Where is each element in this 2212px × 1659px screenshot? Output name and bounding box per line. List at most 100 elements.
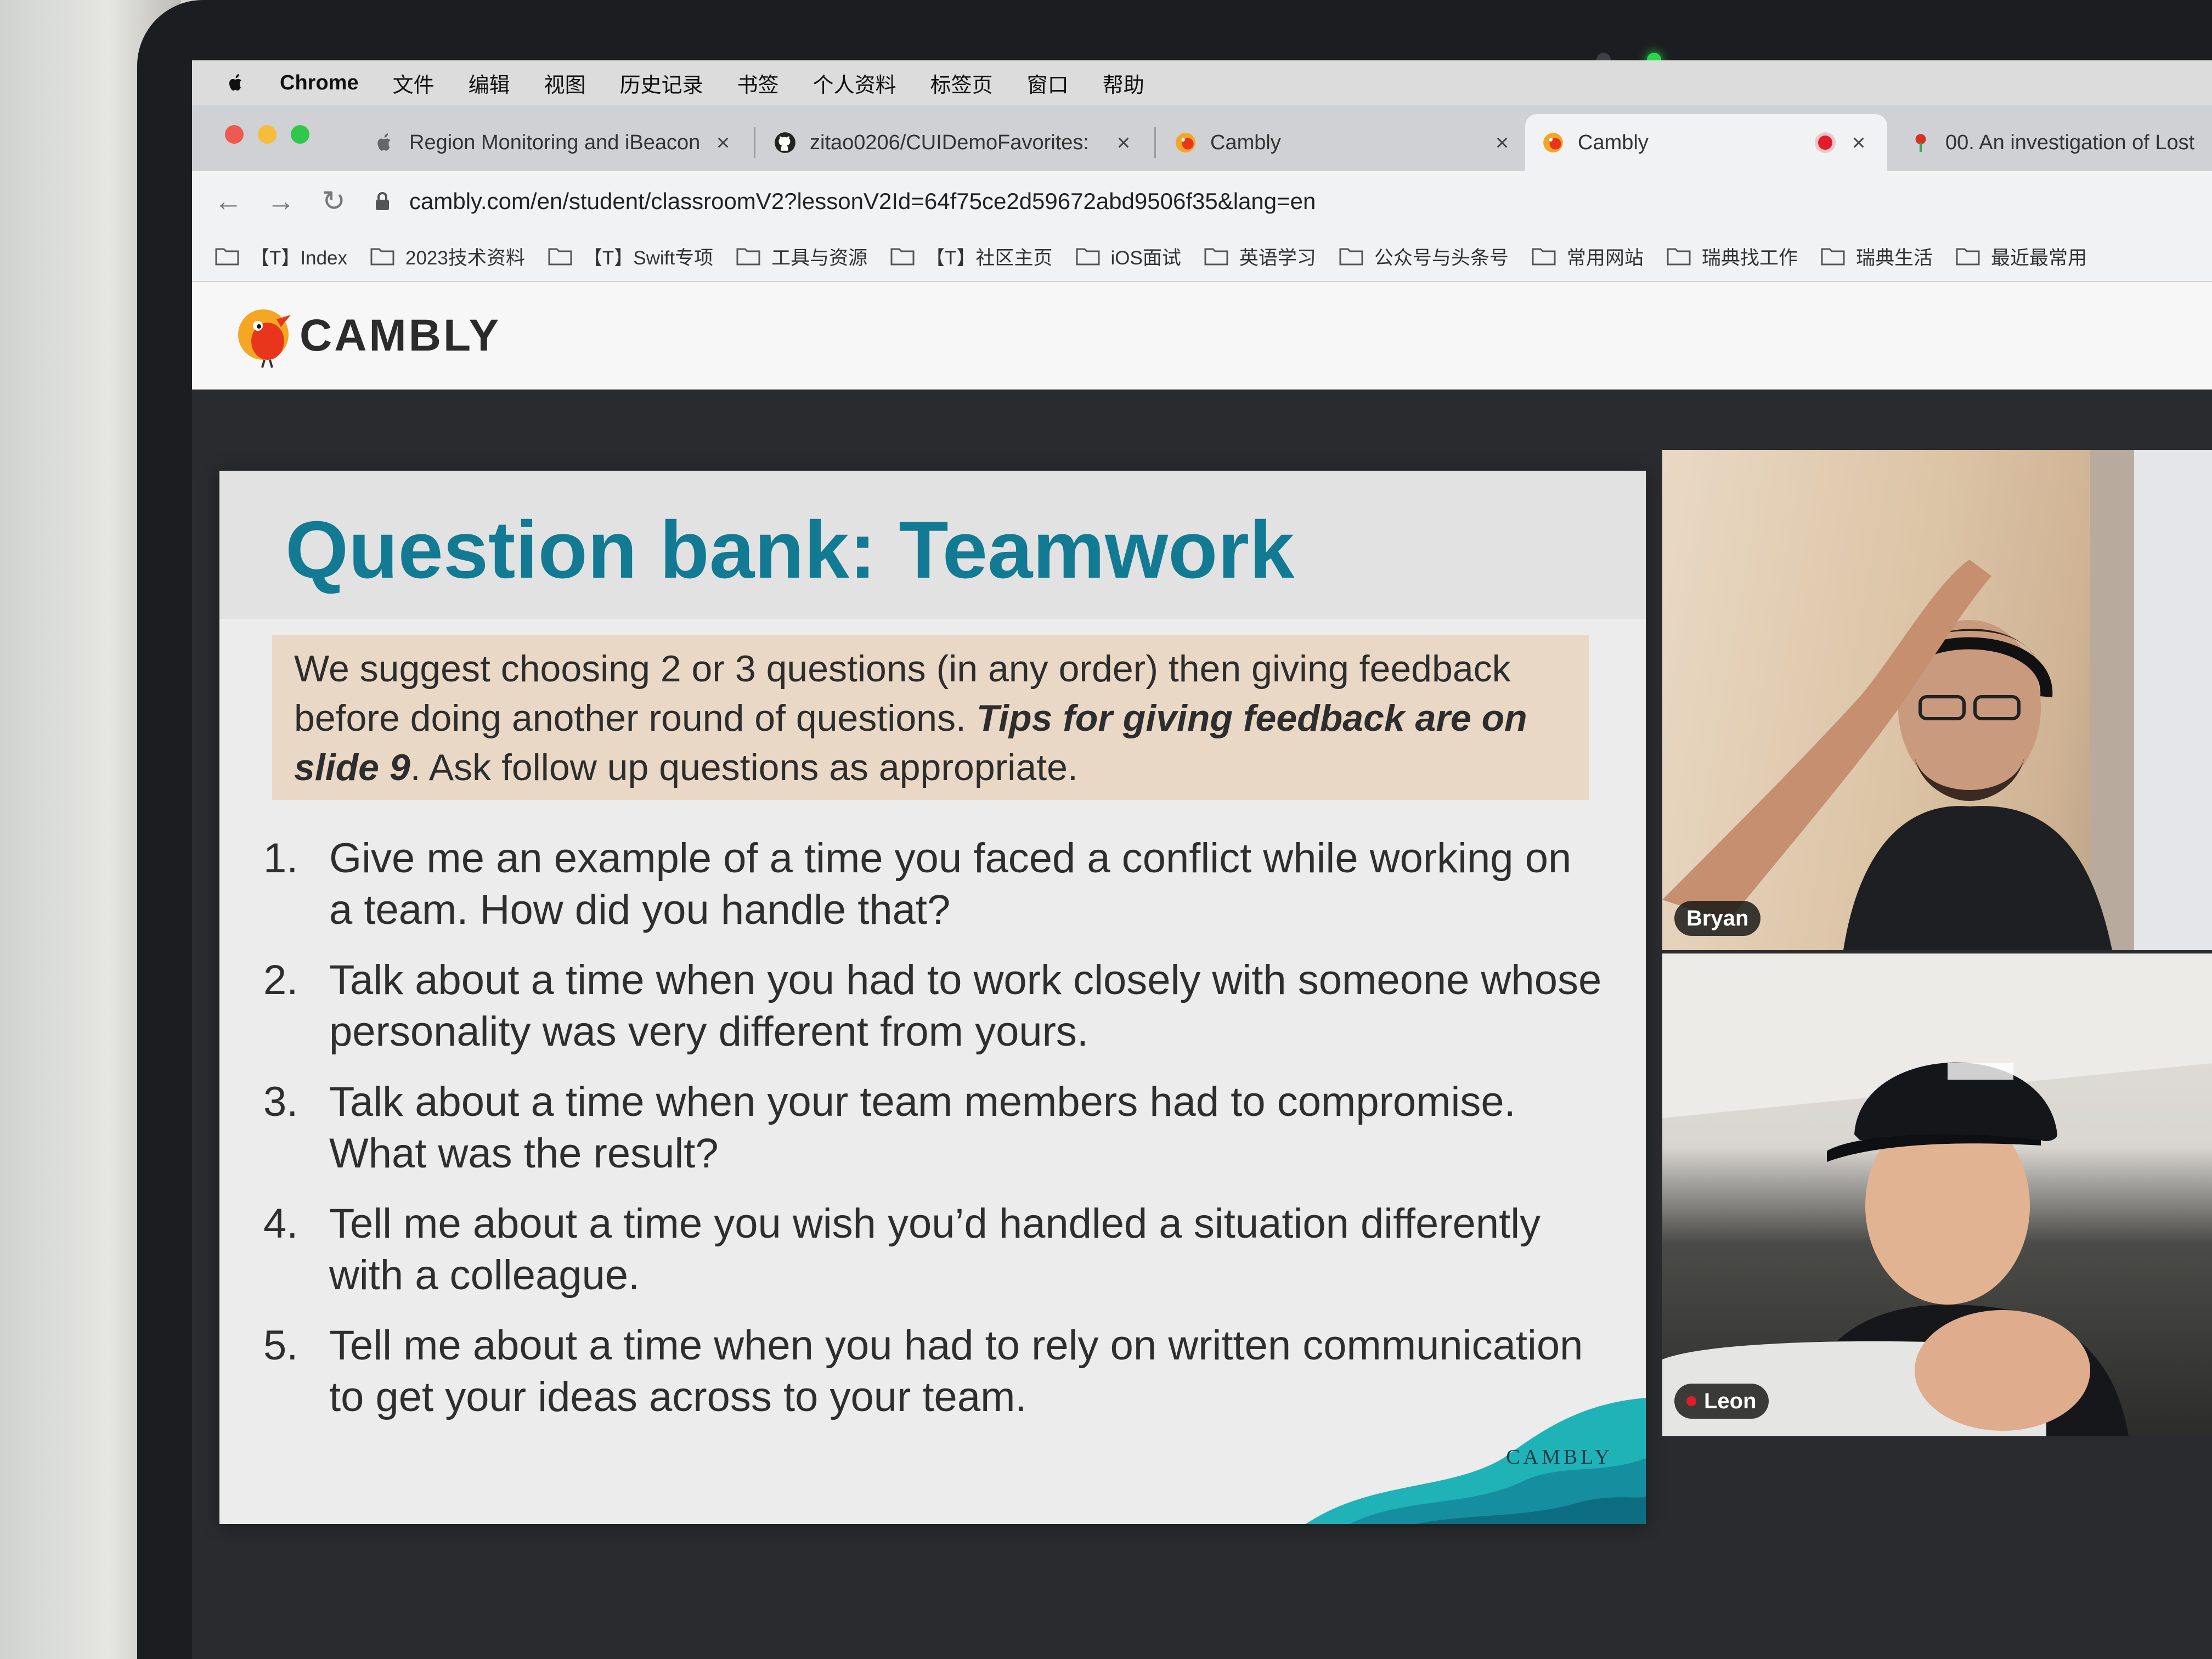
question-item: 3. Talk about a time when your team membe…	[263, 1076, 1602, 1180]
tutor-video[interactable]: Bryan	[1662, 450, 2212, 950]
pin-icon	[1915, 134, 1926, 152]
cambly-header: CAMBLY	[192, 282, 2212, 390]
question-number: 1.	[263, 835, 298, 882]
question-list: 1. Give me an example of a time you faced…	[263, 833, 1602, 1442]
student-video[interactable]: Leon	[1662, 953, 2212, 1436]
menu-history[interactable]: 历史记录	[620, 68, 703, 98]
bookmark-label: 瑞典生活	[1855, 247, 1933, 269]
bookmark-swift[interactable]: 【T】Swift专项	[548, 242, 713, 270]
address-bar[interactable]: cambly.com/en/student/classroomV2?lesson…	[374, 179, 1316, 223]
bookmarks-bar: 【T】Index 2023技术资料 【T】Swift专项 工具与资源 【T】社区…	[192, 232, 2212, 282]
tab-investigation[interactable]: 00. An investigation of Lost loc	[1893, 114, 2212, 171]
cambly-logo-icon[interactable]	[234, 303, 295, 369]
tab-title: Cambly	[1210, 131, 1281, 154]
tab-separator	[754, 127, 755, 158]
bookmark-ios[interactable]: iOS面试	[1076, 242, 1181, 270]
student-name-tag: Leon	[1674, 1384, 1769, 1419]
bookmark-sweden-life[interactable]: 瑞典生活	[1821, 242, 1933, 270]
bookmark-label: 最近最常用	[1990, 247, 2087, 269]
question-number: 2.	[263, 957, 298, 1003]
classroom-footer-area	[192, 1542, 2212, 1659]
folder-icon	[1532, 248, 1556, 266]
folder-icon	[1204, 248, 1228, 266]
bookmark-label: 常用网站	[1566, 247, 1644, 269]
menu-view[interactable]: 视图	[544, 68, 586, 98]
tab-cambly-1[interactable]: Cambly ×	[1158, 114, 1531, 171]
bookmark-label: iOS面试	[1110, 247, 1181, 269]
slide-title: Question bank: Teamwork	[285, 505, 1295, 595]
tab-strip: Region Monitoring and iBeacon × zitao020…	[192, 105, 2212, 171]
folder-icon	[736, 248, 760, 266]
tutor-video-feed	[1662, 450, 2212, 950]
maximize-window-button[interactable]	[291, 125, 309, 144]
bookmark-index[interactable]: 【T】Index	[215, 242, 347, 270]
bookmark-english[interactable]: 英语学习	[1204, 242, 1316, 270]
close-tab-icon[interactable]: ×	[711, 129, 735, 156]
close-tab-icon[interactable]: ×	[1847, 129, 1871, 156]
question-number: 5.	[263, 1322, 298, 1369]
macos-menu-bar: Chrome 文件 编辑 视图 历史记录 书签 个人资料 标签页 窗口 帮助	[192, 60, 2212, 105]
bookmark-label: 2023技术资料	[405, 247, 525, 269]
folder-icon	[370, 248, 394, 266]
bookmark-2023[interactable]: 2023技术资料	[370, 242, 525, 270]
menu-edit[interactable]: 编辑	[469, 68, 510, 98]
question-text: Talk about a time when your team members…	[329, 1079, 1516, 1177]
close-tab-icon[interactable]: ×	[1490, 129, 1514, 156]
bookmark-wechat[interactable]: 公众号与头条号	[1339, 242, 1509, 270]
close-window-button[interactable]	[225, 125, 244, 144]
tab-title: zitao0206/CUIDemoFavorites:	[810, 131, 1089, 154]
bookmark-sites[interactable]: 常用网站	[1532, 242, 1644, 270]
bookmark-label: 【T】社区主页	[926, 247, 1053, 269]
tab-region-monitoring[interactable]: Region Monitoring and iBeacon ×	[357, 114, 752, 171]
question-item: 4. Tell me about a time you wish you’d ha…	[263, 1198, 1602, 1301]
question-text: Talk about a time when you had to work c…	[329, 957, 1602, 1055]
tutor-name: Bryan	[1686, 906, 1749, 930]
slide-brand-mark: CAMBLY	[1506, 1446, 1613, 1469]
cambly-icon	[1176, 133, 1195, 153]
lock-icon[interactable]	[374, 191, 391, 211]
menu-file[interactable]: 文件	[393, 68, 435, 98]
folder-icon	[1667, 248, 1691, 266]
question-number: 3.	[263, 1079, 298, 1125]
cambly-wordmark: CAMBLY	[300, 311, 501, 360]
tab-separator	[1154, 127, 1156, 158]
recording-indicator-icon	[1818, 136, 1832, 150]
close-tab-icon[interactable]: ×	[1111, 129, 1136, 156]
menu-profile[interactable]: 个人资料	[813, 68, 896, 98]
folder-icon	[548, 248, 572, 266]
bookmark-recent[interactable]: 最近最常用	[1956, 242, 2087, 270]
bookmark-label: 工具与资源	[771, 247, 868, 269]
bookmark-sweden-jobs[interactable]: 瑞典找工作	[1667, 242, 1798, 270]
menu-chrome[interactable]: Chrome	[280, 71, 359, 95]
question-text: Give me an example of a time you faced a…	[329, 835, 1572, 933]
folder-icon	[1956, 248, 1980, 266]
forward-button[interactable]: →	[264, 185, 297, 218]
menu-window[interactable]: 窗口	[1027, 68, 1069, 98]
tab-github[interactable]: zitao0206/CUIDemoFavorites: ×	[757, 114, 1152, 171]
apple-menu-icon[interactable]	[225, 72, 247, 94]
tab-cambly-active[interactable]: Cambly ×	[1525, 114, 1887, 171]
apple-icon	[377, 133, 391, 151]
reload-button[interactable]: ↻	[317, 185, 350, 218]
menu-bookmarks[interactable]: 书签	[737, 68, 779, 98]
url-text: cambly.com/en/student/classroomV2?lesson…	[409, 188, 1316, 214]
bookmark-tools[interactable]: 工具与资源	[736, 242, 867, 270]
bookmark-label: 【T】Swift专项	[583, 247, 714, 269]
screen: Chrome 文件 编辑 视图 历史记录 书签 个人资料 标签页 窗口 帮助 R…	[192, 60, 2212, 1659]
question-number: 4.	[263, 1200, 298, 1247]
minimize-window-button[interactable]	[258, 125, 276, 144]
tutor-name-tag: Bryan	[1674, 901, 1761, 936]
question-item: 1. Give me an example of a time you faced…	[263, 833, 1602, 936]
lesson-slide: Question bank: Teamwork We suggest choos…	[219, 471, 1646, 1524]
student-video-feed	[1662, 953, 2212, 1436]
folder-icon	[215, 248, 239, 266]
github-icon	[775, 132, 795, 153]
bookmark-community[interactable]: 【T】社区主页	[890, 242, 1053, 270]
back-button[interactable]: ←	[212, 185, 245, 218]
folder-icon	[1339, 248, 1363, 266]
tab-title: Region Monitoring and iBeacon	[409, 131, 701, 154]
bookmark-label: 英语学习	[1239, 247, 1316, 269]
menu-help[interactable]: 帮助	[1103, 68, 1144, 98]
menu-tabs[interactable]: 标签页	[930, 68, 993, 98]
tab-title: Cambly	[1578, 131, 1649, 154]
